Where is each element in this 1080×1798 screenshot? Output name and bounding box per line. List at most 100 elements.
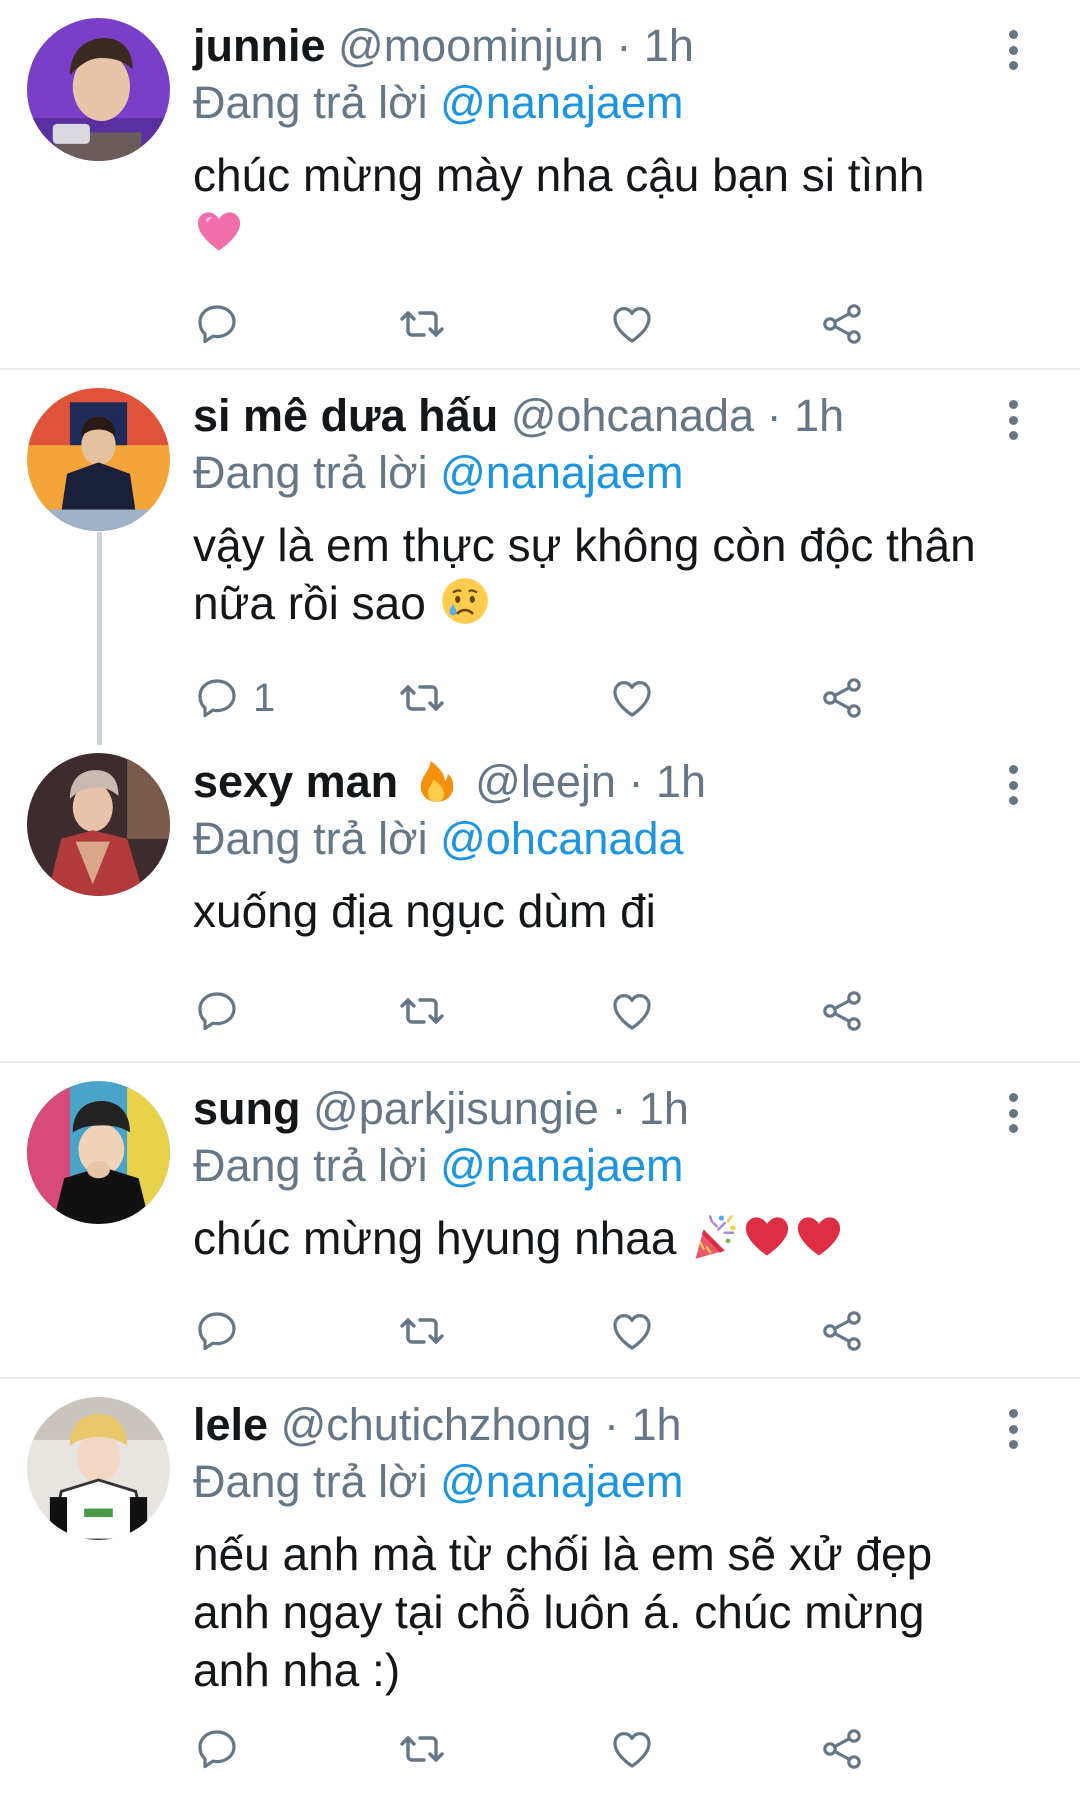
share-button[interactable] bbox=[818, 983, 866, 1039]
tweet[interactable]: junnie @moominjun · 1h Đang trả lời @nan… bbox=[0, 0, 1080, 370]
display-name[interactable]: junnie bbox=[193, 20, 326, 71]
like-button[interactable] bbox=[608, 296, 656, 352]
timestamp[interactable]: 1h bbox=[631, 1399, 681, 1450]
avatar[interactable] bbox=[27, 18, 170, 161]
reply-mention[interactable]: @nanajaem bbox=[440, 1140, 683, 1191]
reply-mention[interactable]: @nanajaem bbox=[440, 1456, 683, 1507]
tweet-actions bbox=[193, 1721, 893, 1777]
reply-button[interactable] bbox=[193, 1721, 253, 1777]
reply-prefix: Đang trả lời bbox=[193, 447, 428, 498]
avatar[interactable] bbox=[27, 1397, 170, 1540]
reply-context: Đang trả lời @ohcanada bbox=[193, 810, 990, 868]
timestamp[interactable]: 1h bbox=[794, 390, 844, 441]
avatar[interactable] bbox=[27, 388, 170, 531]
tweet-actions bbox=[193, 1303, 893, 1359]
handle[interactable]: @ohcanada bbox=[511, 390, 754, 441]
more-options-icon[interactable] bbox=[1006, 1409, 1020, 1449]
tweet-header: junnie @moominjun · 1h bbox=[193, 18, 990, 74]
heart-icon bbox=[608, 300, 656, 348]
display-name[interactable]: sung bbox=[193, 1083, 301, 1134]
reply-prefix: Đang trả lời bbox=[193, 1140, 428, 1191]
share-icon bbox=[818, 674, 866, 722]
like-button[interactable] bbox=[608, 983, 656, 1039]
tweet-text: chúc mừng hyung nhaa bbox=[193, 1209, 990, 1267]
reply-icon bbox=[193, 1725, 241, 1773]
like-button[interactable] bbox=[608, 670, 656, 726]
reply-context: Đang trả lời @nanajaem bbox=[193, 74, 990, 132]
separator-dot: · bbox=[616, 20, 632, 71]
retweet-button[interactable] bbox=[398, 1303, 446, 1359]
share-button[interactable] bbox=[818, 1303, 866, 1359]
reply-mention[interactable]: @nanajaem bbox=[440, 77, 683, 128]
crying-face-emoji bbox=[439, 575, 491, 627]
tweet-text: vậy là em thực sự không còn độc thân nữa… bbox=[193, 516, 990, 632]
share-button[interactable] bbox=[818, 1721, 866, 1777]
retweet-icon bbox=[398, 987, 446, 1035]
more-options-icon[interactable] bbox=[1006, 400, 1020, 440]
red-heart-emoji bbox=[741, 1210, 793, 1262]
display-name[interactable]: sexy man bbox=[193, 756, 398, 807]
heart-icon bbox=[608, 674, 656, 722]
more-options-icon[interactable] bbox=[1006, 30, 1020, 70]
tweet[interactable]: si mê dưa hấu @ohcanada · 1h Đang trả lờ… bbox=[0, 370, 1080, 745]
more-options-icon[interactable] bbox=[1006, 1093, 1020, 1133]
avatar[interactable] bbox=[27, 1081, 170, 1224]
handle[interactable]: @chutichzhong bbox=[281, 1399, 592, 1450]
fire-emoji bbox=[411, 753, 463, 805]
timestamp[interactable]: 1h bbox=[639, 1083, 689, 1134]
retweet-button[interactable] bbox=[398, 670, 446, 726]
retweet-button[interactable] bbox=[398, 296, 446, 352]
handle[interactable]: @moominjun bbox=[338, 20, 604, 71]
like-button[interactable] bbox=[608, 1721, 656, 1777]
share-icon bbox=[818, 300, 866, 348]
timestamp[interactable]: 1h bbox=[656, 756, 706, 807]
reply-context: Đang trả lời @nanajaem bbox=[193, 1137, 990, 1195]
reply-icon bbox=[193, 300, 241, 348]
tweet-text: nếu anh mà từ chối là em sẽ xử đẹp anh n… bbox=[193, 1525, 990, 1699]
timestamp[interactable]: 1h bbox=[644, 20, 694, 71]
tweet-text-content: nếu anh mà từ chối là em sẽ xử đẹp anh n… bbox=[193, 1528, 933, 1696]
display-name[interactable]: si mê dưa hấu bbox=[193, 390, 498, 441]
reply-mention[interactable]: @ohcanada bbox=[440, 813, 683, 864]
share-icon bbox=[818, 1725, 866, 1773]
tweet-actions bbox=[193, 296, 893, 352]
reply-count: 1 bbox=[253, 675, 276, 720]
red-heart-emoji bbox=[793, 1210, 845, 1262]
tweet[interactable]: lele @chutichzhong · 1h Đang trả lời @na… bbox=[0, 1379, 1080, 1798]
reply-button[interactable] bbox=[193, 296, 253, 352]
retweet-icon bbox=[398, 1307, 446, 1355]
reply-mention[interactable]: @nanajaem bbox=[440, 447, 683, 498]
tweet-text: chúc mừng mày nha cậu bạn si tình bbox=[193, 146, 990, 262]
reply-prefix: Đang trả lời bbox=[193, 813, 428, 864]
retweet-button[interactable] bbox=[398, 983, 446, 1039]
tweet-actions bbox=[193, 983, 893, 1039]
display-name[interactable]: lele bbox=[193, 1399, 268, 1450]
avatar[interactable] bbox=[27, 753, 170, 896]
reply-context: Đang trả lời @nanajaem bbox=[193, 444, 990, 502]
retweet-button[interactable] bbox=[398, 1721, 446, 1777]
confetti-emoji bbox=[689, 1210, 741, 1262]
retweet-icon bbox=[398, 300, 446, 348]
more-options-icon[interactable] bbox=[1006, 765, 1020, 805]
tweet[interactable]: sung @parkjisungie · 1h Đang trả lời @na… bbox=[0, 1063, 1080, 1379]
thread-line bbox=[97, 532, 102, 745]
share-button[interactable] bbox=[818, 296, 866, 352]
tweet-actions: 1 bbox=[193, 670, 893, 726]
share-icon bbox=[818, 1307, 866, 1355]
heart-icon bbox=[608, 987, 656, 1035]
tweet-header: lele @chutichzhong · 1h bbox=[193, 1397, 990, 1453]
tweet-text-content: chúc mừng mày nha cậu bạn si tình bbox=[193, 149, 925, 201]
reply-button[interactable] bbox=[193, 983, 253, 1039]
reply-button[interactable]: 1 bbox=[193, 670, 275, 726]
heart-icon bbox=[608, 1307, 656, 1355]
reply-button[interactable] bbox=[193, 1303, 253, 1359]
reply-prefix: Đang trả lời bbox=[193, 1456, 428, 1507]
share-button[interactable] bbox=[818, 670, 866, 726]
tweet[interactable]: sexy man @leejn · 1h Đang trả lời @ohcan… bbox=[0, 745, 1080, 1063]
share-icon bbox=[818, 987, 866, 1035]
tweet-header: si mê dưa hấu @ohcanada · 1h bbox=[193, 388, 990, 444]
like-button[interactable] bbox=[608, 1303, 656, 1359]
tweet-text-content: xuống địa ngục dùm đi bbox=[193, 885, 656, 937]
handle[interactable]: @leejn bbox=[475, 756, 616, 807]
handle[interactable]: @parkjisungie bbox=[313, 1083, 599, 1134]
